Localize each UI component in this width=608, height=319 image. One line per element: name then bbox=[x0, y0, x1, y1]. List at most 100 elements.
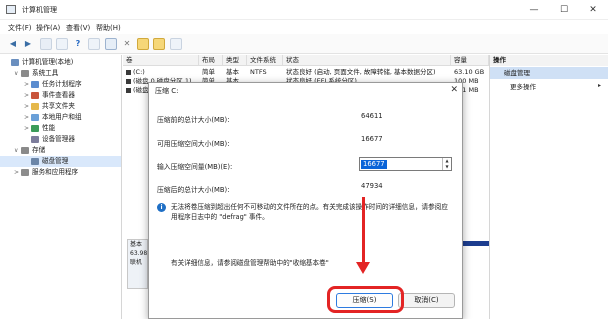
tree-item-label: 事件查看器 bbox=[42, 91, 75, 99]
shrink-amount-value[interactable]: 16677 bbox=[361, 160, 387, 169]
properties-icon[interactable] bbox=[56, 38, 68, 50]
menu-view[interactable]: 查看(V) bbox=[66, 23, 90, 33]
tree-item-label: 系统工具 bbox=[32, 69, 59, 77]
forward-icon[interactable]: ▶ bbox=[22, 38, 34, 50]
folder-icon bbox=[31, 102, 39, 110]
toolbar: ◀ ▶ ? ✕ bbox=[0, 34, 608, 54]
expand-arrow-icon[interactable]: ▸ bbox=[598, 82, 601, 89]
total-after-label: 压缩后的总计大小(MB): bbox=[157, 186, 230, 194]
info-text: 无法将卷压缩到超出任何不可移动的文件所在的点。有关完成该操作时间的详细信息，请参… bbox=[171, 203, 448, 221]
storage-icon bbox=[21, 146, 29, 154]
spin-down-icon[interactable]: ▼ bbox=[443, 164, 451, 170]
title-bar: 计算机管理 — ☐ ✕ bbox=[0, 0, 608, 20]
expand-chevron-icon[interactable]: > bbox=[24, 79, 31, 90]
tree-item-label: 性能 bbox=[42, 124, 56, 132]
device-icon bbox=[31, 135, 39, 143]
tree-item-label: 本地用户和组 bbox=[42, 113, 82, 121]
computer-management-icon bbox=[6, 5, 16, 14]
tree-item[interactable]: 设备管理器 bbox=[0, 134, 121, 145]
actions-pane: 操作 磁盘管理 更多操作 ▸ bbox=[489, 55, 608, 319]
tree-item[interactable]: > 服务和应用程序 bbox=[0, 167, 121, 178]
list-view-icon[interactable] bbox=[170, 38, 182, 50]
disk-0-info[interactable]: 基本 63.98 联机 bbox=[127, 239, 148, 289]
expand-chevron-icon[interactable]: > bbox=[24, 101, 31, 112]
help-icon[interactable]: ? bbox=[72, 38, 84, 50]
expand-chevron-icon[interactable]: ∨ bbox=[14, 145, 21, 156]
volume-icon bbox=[126, 70, 131, 75]
tree-item[interactable]: > 任务计划程序 bbox=[0, 79, 121, 90]
more-actions[interactable]: 更多操作 bbox=[490, 81, 608, 93]
column-header-type[interactable]: 类型 bbox=[223, 55, 247, 66]
cell-type: 基本 bbox=[226, 68, 239, 76]
total-before-value: 64611 bbox=[361, 112, 383, 120]
tree-item-label: 任务计划程序 bbox=[42, 80, 82, 88]
tree-item[interactable]: > 事件查看器 bbox=[0, 90, 121, 101]
disk-icon[interactable] bbox=[105, 38, 117, 50]
help-note: 有关详细信息，请参阅磁盘管理帮助中的"收缩基本卷" bbox=[171, 259, 329, 267]
expand-chevron-icon[interactable]: > bbox=[24, 112, 31, 123]
annotation-arrow-head bbox=[356, 262, 370, 274]
available-label: 可用压缩空间大小(MB): bbox=[157, 140, 230, 148]
shrink-amount-input[interactable]: 16677 ▲ ▼ bbox=[359, 157, 452, 171]
window-title: 计算机管理 bbox=[22, 6, 57, 14]
tree-item[interactable]: > 本地用户和组 bbox=[0, 112, 121, 123]
disk-size: 63.98 bbox=[130, 250, 148, 257]
menu-file[interactable]: 文件(F) bbox=[8, 23, 32, 33]
column-header-filesystem[interactable]: 文件系统 bbox=[247, 55, 283, 66]
dialog-close-button[interactable]: ✕ bbox=[450, 85, 458, 95]
actions-disk-management[interactable]: 磁盘管理 bbox=[490, 67, 608, 79]
expand-chevron-icon[interactable]: > bbox=[24, 123, 31, 134]
shrink-dialog: 压缩 C: ✕ 压缩前的总计大小(MB): 64611 可用压缩空间大小(MB)… bbox=[148, 82, 463, 319]
cell-status: 状态良好 (启动, 页面文件, 故障转储, 基本数据分区) bbox=[286, 68, 436, 76]
column-header-status[interactable]: 状态 bbox=[283, 55, 451, 66]
actions-header: 操作 bbox=[490, 55, 608, 66]
volume-icon bbox=[126, 88, 131, 93]
console-tree-icon[interactable] bbox=[40, 38, 52, 50]
column-header-capacity[interactable]: 容量 bbox=[451, 55, 489, 66]
expand-chevron-icon[interactable]: > bbox=[14, 167, 21, 178]
cell-layout: 简单 bbox=[202, 68, 215, 76]
close-button[interactable]: ✕ bbox=[578, 0, 608, 20]
table-row[interactable]: (C:) 简单 基本 NTFS 状态良好 (启动, 页面文件, 故障转储, 基本数据分区… bbox=[123, 68, 489, 77]
tools-icon bbox=[21, 69, 29, 77]
disk-type: 基本 bbox=[130, 241, 143, 248]
delete-icon[interactable]: ✕ bbox=[121, 38, 133, 50]
services-icon bbox=[21, 168, 29, 176]
spin-buttons[interactable]: ▲ ▼ bbox=[442, 158, 451, 170]
back-icon[interactable]: ◀ bbox=[7, 38, 19, 50]
tree-item[interactable]: ∨ 系统工具 bbox=[0, 68, 121, 79]
expand-chevron-icon[interactable]: > bbox=[24, 90, 31, 101]
menu-action[interactable]: 操作(A) bbox=[36, 23, 60, 33]
cell-capacity: 63.10 GB bbox=[454, 68, 485, 76]
info-icon: i bbox=[157, 203, 166, 212]
tree-item[interactable]: > 共享文件夹 bbox=[0, 101, 121, 112]
open-folder-icon[interactable] bbox=[153, 38, 165, 50]
tree-item[interactable]: ∨ 存储 bbox=[0, 145, 121, 156]
console-tree: 计算机管理(本地) ∨ 系统工具 > 任务计划程序 > 事件查看器 > 共享文件夹 > 本地用户和组… bbox=[0, 55, 122, 319]
tree-item[interactable]: 计算机管理(本地) bbox=[0, 57, 121, 68]
tree-item[interactable]: 磁盘管理 bbox=[0, 156, 121, 167]
volume-icon bbox=[126, 79, 131, 84]
tree-item[interactable]: > 性能 bbox=[0, 123, 121, 134]
total-after-value: 47934 bbox=[361, 182, 383, 190]
available-value: 16677 bbox=[361, 135, 383, 143]
dialog-title: 压缩 C: bbox=[155, 87, 179, 95]
disk-status: 联机 bbox=[130, 259, 143, 266]
maximize-button[interactable]: ☐ bbox=[549, 0, 579, 20]
cell-fs: NTFS bbox=[250, 68, 267, 76]
folder-icon[interactable] bbox=[137, 38, 149, 50]
column-header-layout[interactable]: 布局 bbox=[199, 55, 223, 66]
cancel-button[interactable]: 取消(C) bbox=[398, 293, 455, 308]
column-header-volume[interactable]: 卷 bbox=[123, 55, 199, 66]
cell-vol: (C:) bbox=[133, 68, 145, 76]
disk-icon bbox=[31, 157, 39, 165]
menu-help[interactable]: 帮助(H) bbox=[96, 23, 121, 33]
expand-chevron-icon[interactable]: ∨ bbox=[14, 68, 21, 79]
annotation-highlight-box bbox=[327, 286, 404, 313]
view-icon[interactable] bbox=[88, 38, 100, 50]
tree-item-label: 计算机管理(本地) bbox=[22, 58, 74, 66]
total-before-label: 压缩前的总计大小(MB): bbox=[157, 116, 230, 124]
event-icon bbox=[31, 91, 39, 99]
menu-bar: 文件(F) 操作(A) 查看(V) 帮助(H) bbox=[0, 20, 608, 34]
minimize-button[interactable]: — bbox=[519, 0, 549, 20]
